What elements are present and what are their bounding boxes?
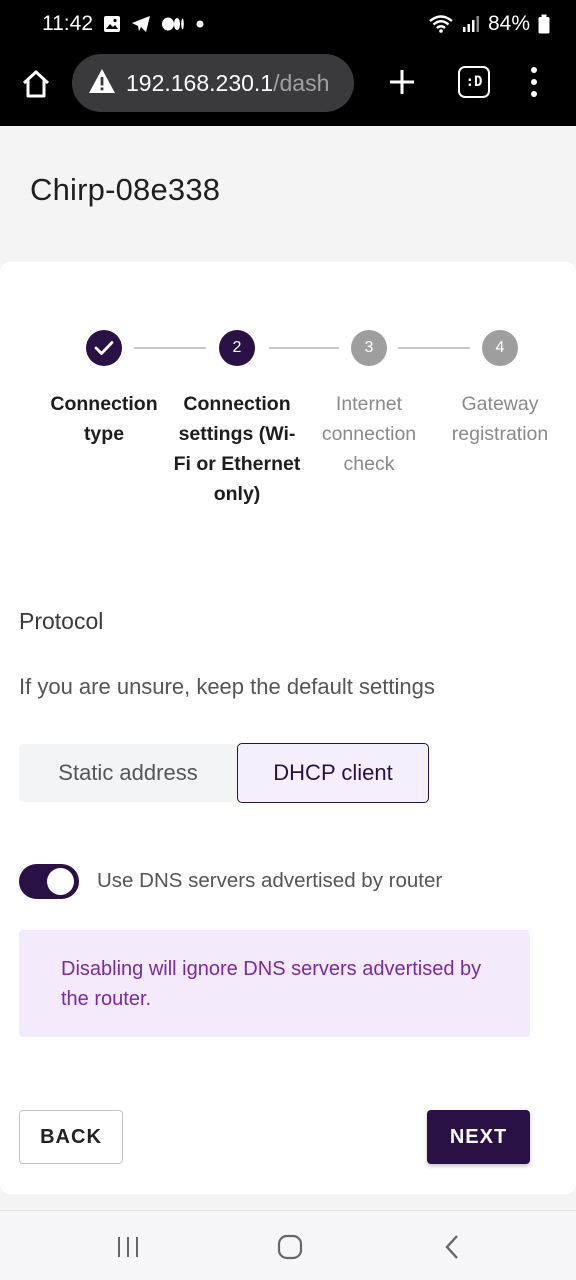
step-connector bbox=[398, 347, 470, 349]
tabs-button[interactable]: :D bbox=[458, 66, 490, 98]
dhcp-client-option[interactable]: DHCP client bbox=[237, 743, 429, 803]
signal-icon bbox=[462, 15, 480, 33]
static-address-option[interactable]: Static address bbox=[19, 744, 237, 802]
recent-apps-button[interactable] bbox=[108, 1231, 148, 1263]
step-4-label: Gateway registration bbox=[451, 393, 549, 445]
back-nav-button[interactable] bbox=[432, 1231, 472, 1263]
page-title: Chirp-08e338 bbox=[30, 172, 221, 207]
warning-icon bbox=[88, 68, 116, 99]
menu-dot bbox=[531, 79, 537, 85]
menu-dot bbox=[531, 67, 537, 73]
browser-toolbar: 192.168.230.1/dash :D bbox=[0, 48, 576, 126]
step-connector bbox=[269, 347, 339, 349]
more-menu-button[interactable] bbox=[522, 64, 546, 100]
battery-icon bbox=[538, 14, 550, 34]
step-3-label: Internet connection check bbox=[321, 393, 417, 475]
home-nav-button[interactable] bbox=[270, 1231, 310, 1263]
back-button[interactable]: BACK bbox=[19, 1110, 123, 1164]
step-connector bbox=[134, 347, 206, 349]
step-1-check-icon bbox=[86, 330, 122, 366]
dns-info-text: Disabling will ignore DNS servers advert… bbox=[61, 958, 482, 1010]
battery-percent: 84% bbox=[487, 12, 530, 35]
home-button[interactable] bbox=[18, 66, 54, 102]
menu-dot bbox=[531, 91, 537, 97]
home-icon bbox=[22, 70, 50, 98]
step-4-number: 4 bbox=[482, 330, 518, 366]
wifi-icon bbox=[428, 14, 454, 34]
medium-icon bbox=[161, 16, 185, 32]
status-bar: 11:42 84% bbox=[0, 0, 576, 48]
dot-icon bbox=[195, 19, 205, 29]
url-path: /dash bbox=[273, 69, 330, 96]
gallery-icon bbox=[103, 15, 121, 33]
system-nav-bar bbox=[0, 1210, 576, 1280]
step-3-number: 3 bbox=[351, 330, 387, 366]
step-2-number: 2 bbox=[219, 330, 255, 366]
next-button[interactable]: NEXT bbox=[427, 1110, 530, 1164]
toggle-knob bbox=[47, 868, 74, 895]
url-text: 192.168.230.1/dash bbox=[126, 70, 329, 97]
new-tab-button[interactable] bbox=[384, 64, 420, 100]
telegram-icon bbox=[131, 15, 151, 33]
url-host: 192.168.230.1 bbox=[126, 69, 274, 96]
address-bar[interactable]: 192.168.230.1/dash bbox=[72, 54, 354, 112]
dns-info-box: Disabling will ignore DNS servers advert… bbox=[19, 930, 530, 1037]
dns-toggle[interactable] bbox=[19, 864, 79, 899]
recent-apps-icon bbox=[118, 1237, 138, 1257]
step-2-label: Connection settings (Wi-Fi or Ethernet o… bbox=[173, 393, 301, 505]
status-left: 11:42 bbox=[42, 12, 205, 36]
protocol-title: Protocol bbox=[19, 608, 104, 634]
step-1-label: Connection type bbox=[50, 393, 158, 445]
clock: 11:42 bbox=[42, 12, 93, 35]
protocol-hint: If you are unsure, keep the default sett… bbox=[19, 674, 435, 699]
plus-icon bbox=[390, 70, 414, 94]
status-right: 84% bbox=[428, 12, 550, 36]
chevron-left-icon bbox=[445, 1235, 458, 1259]
dns-toggle-label: Use DNS servers advertised by router bbox=[97, 869, 443, 892]
home-circle-icon bbox=[277, 1234, 303, 1260]
